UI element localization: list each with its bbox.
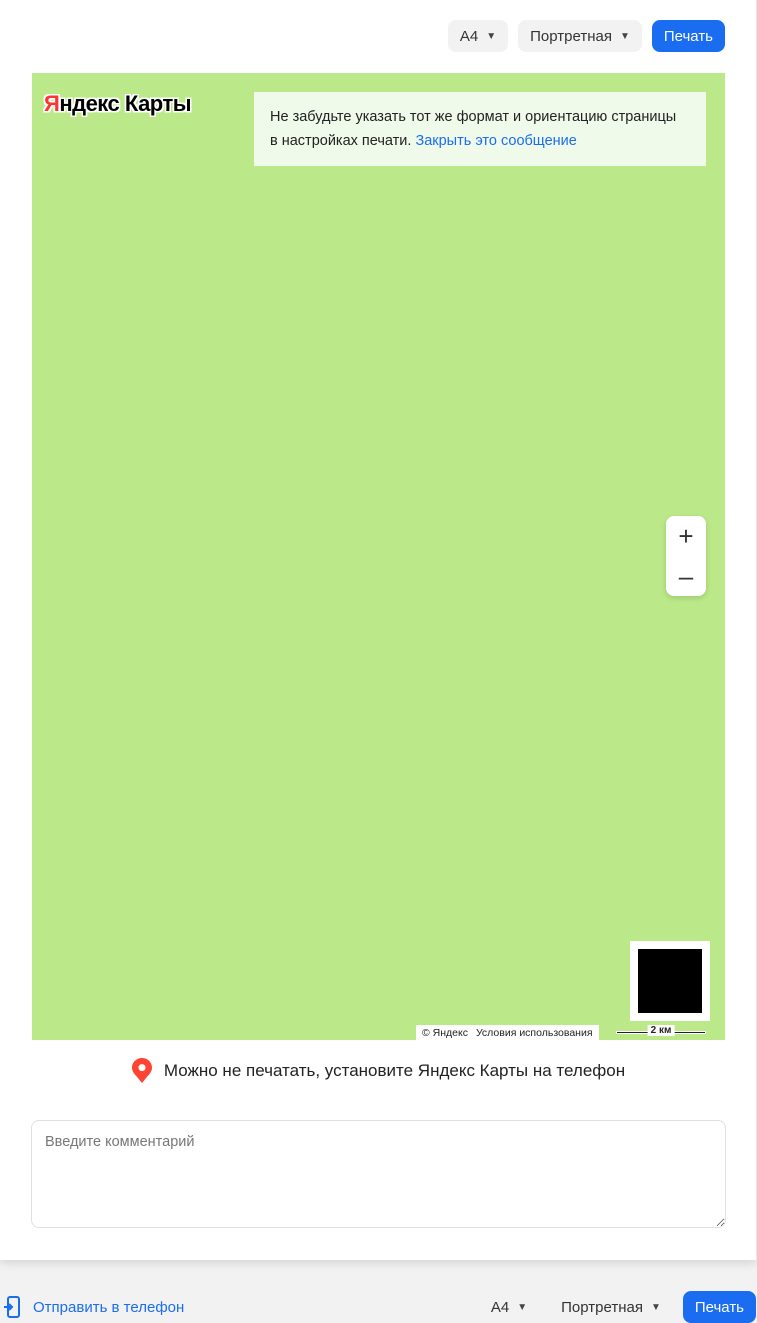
bottom-orientation-select[interactable]: Портретная ▼ [549,1291,673,1323]
notice-line-1: Не забудьте указать тот же формат и орие… [270,109,677,125]
orientation-value: Портретная [561,1298,643,1316]
logo-rest: ндекс Карты [59,91,192,116]
notice-line-2-text: в настройках печати. [270,133,412,149]
app-promo: Можно не печатать, установите Яндекс Кар… [0,1058,757,1083]
paper-size-value: A4 [490,1298,510,1316]
print-button[interactable]: Печать [651,20,725,52]
bottom-paper-size-select[interactable]: A4 ▼ [479,1291,539,1323]
print-settings-notice: Не забудьте указать тот же формат и орие… [254,92,706,166]
yandex-maps-logo: Яндекс Карты [44,91,192,117]
send-to-phone-button[interactable]: Отправить в телефон [4,1291,184,1323]
bottom-print-button[interactable]: Печать [682,1291,756,1323]
logo-first-letter: Я [44,91,60,116]
caret-down-icon: ▼ [619,30,630,42]
print-sheet: A4 ▼ Портретная ▼ Печать Яндекс Карты Не… [0,0,757,1260]
notice-line-2: в настройках печати. Закрыть это сообщени… [270,129,690,153]
zoom-control: + – [666,516,706,596]
zoom-out-button[interactable]: – [666,556,706,596]
minimap-view [638,949,702,1013]
send-to-phone-label: Отправить в телефон [33,1298,185,1316]
phone-send-icon [4,1296,20,1318]
scale-bar: 2 км [616,1023,706,1040]
orientation-value: Портретная [530,27,612,45]
zoom-in-button[interactable]: + [666,516,706,556]
close-notice-link[interactable]: Закрыть это сообщение [415,133,576,149]
comment-input[interactable] [31,1120,726,1228]
caret-down-icon: ▼ [517,1301,528,1313]
map-pin-icon [131,1058,152,1083]
map-area[interactable]: Яндекс Карты Не забудьте указать тот же … [32,73,725,1040]
paper-size-value: A4 [459,27,479,45]
scale-label: 2 км [647,1025,675,1036]
caret-down-icon: ▼ [650,1301,661,1313]
caret-down-icon: ▼ [486,30,497,42]
copyright-bar: © Яндекс Условия использования [416,1025,599,1040]
bottom-bar: Отправить в телефон A4 ▼ Портретная ▼ Пе… [0,1291,757,1323]
orientation-select[interactable]: Портретная ▼ [518,20,642,52]
bottom-toolbar: A4 ▼ Портретная ▼ Печать [479,1291,756,1323]
copyright-text: © Яндекс [422,1026,468,1039]
terms-link[interactable]: Условия использования [476,1027,593,1039]
top-toolbar: A4 ▼ Портретная ▼ Печать [447,20,725,52]
minimap[interactable] [630,941,710,1021]
paper-size-select[interactable]: A4 ▼ [447,20,509,52]
app-promo-text: Можно не печатать, установите Яндекс Кар… [163,1060,626,1080]
